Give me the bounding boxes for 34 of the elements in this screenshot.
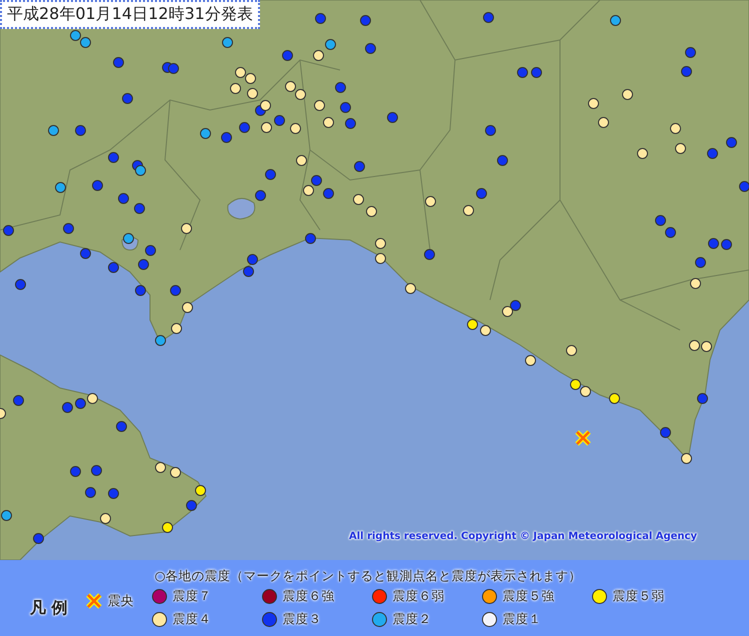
intensity-label: 震度６強 — [282, 588, 335, 605]
intensity-label: 震度１ — [502, 611, 542, 628]
intensity-marker[interactable] — [135, 285, 146, 296]
epicenter-cross-icon — [86, 593, 102, 609]
intensity-marker[interactable] — [155, 335, 166, 346]
legend-header: ○各地の震度（マークをポイントすると観測点名と震度が表示されます） — [154, 568, 582, 585]
intensity-marker[interactable] — [570, 379, 581, 390]
legend-title: 凡 例 — [30, 598, 68, 618]
intensity-label: 震度５弱 — [612, 588, 665, 605]
intensity-marker[interactable] — [108, 262, 119, 273]
intensity-marker[interactable] — [87, 393, 98, 404]
intensity-marker[interactable] — [15, 279, 26, 290]
intensity-label: 震度６弱 — [392, 588, 445, 605]
report-time-title: 平成28年01月14日12時31分発表 — [0, 0, 260, 29]
intensity-marker[interactable] — [525, 355, 536, 366]
intensity-marker[interactable] — [609, 393, 620, 404]
epicenter-label: 震央 — [108, 593, 134, 610]
intensity-label: 震度５強 — [502, 588, 555, 605]
intensity-marker[interactable] — [171, 323, 182, 334]
intensity-label: 震度２ — [392, 611, 432, 628]
intensity-label: 震度３ — [282, 611, 322, 628]
intensity-marker[interactable] — [243, 266, 254, 277]
intensity-marker[interactable] — [405, 283, 416, 294]
intensity-marker[interactable] — [467, 319, 478, 330]
intensity-marker[interactable] — [681, 453, 692, 464]
intensity-marker[interactable] — [697, 393, 708, 404]
intensity-marker[interactable] — [80, 248, 91, 259]
intensity-label: 震度７ — [172, 588, 212, 605]
intensity-marker[interactable] — [375, 253, 386, 264]
intensity-marker[interactable] — [305, 233, 316, 244]
intensity-label: 震度４ — [172, 611, 212, 628]
intensity-marker[interactable] — [480, 325, 491, 336]
intensity-marker[interactable] — [580, 386, 591, 397]
copyright-text: All rights reserved. Copyright © Japan Meteorological Agency — [349, 531, 697, 542]
